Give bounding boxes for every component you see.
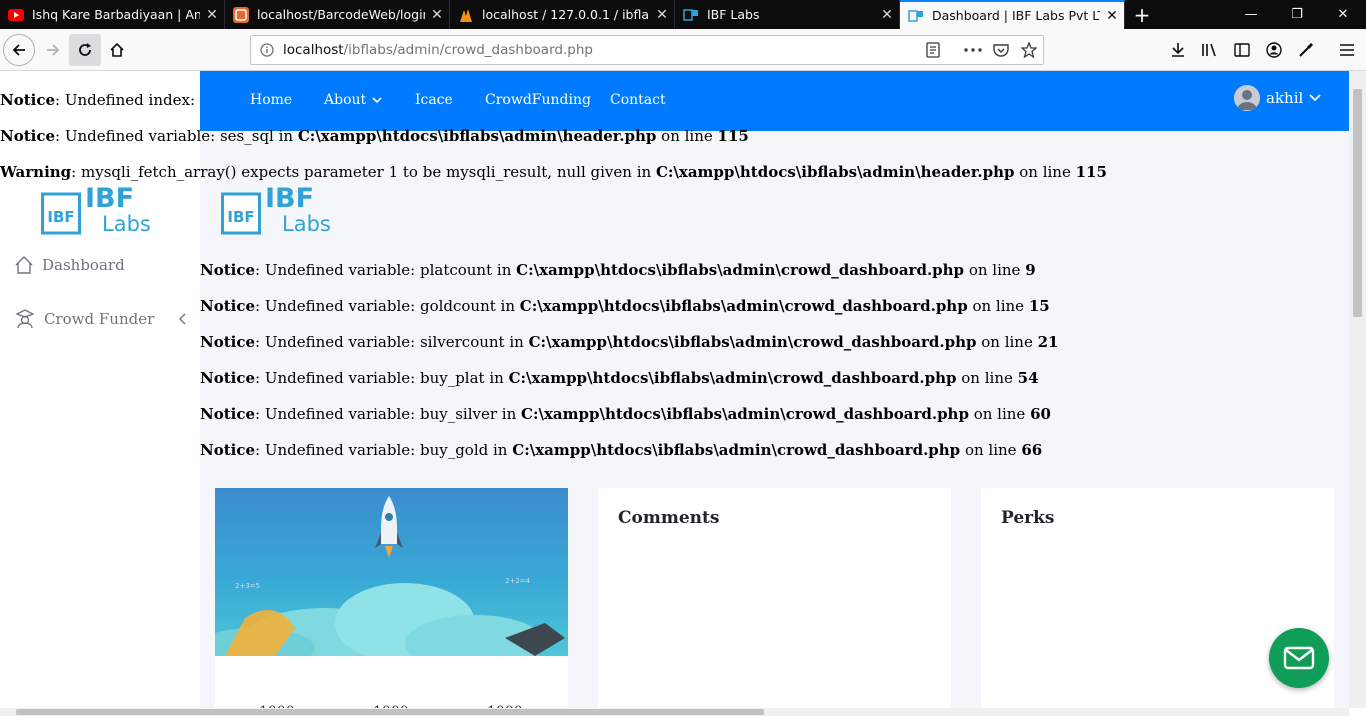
tab-title: localhost/BarcodeWeb/login.p: [257, 7, 425, 22]
php-error-line: Notice: Undefined variable: goldcount in…: [200, 297, 1050, 315]
php-error-line: Notice: Undefined variable: platcount in…: [200, 261, 1036, 279]
decor-formula: 2+3=5: [235, 582, 260, 590]
scrollbar-thumb[interactable]: [1353, 89, 1362, 317]
reload-button[interactable]: [69, 34, 101, 66]
library-icon[interactable]: [1194, 34, 1226, 66]
barcode-icon: [233, 6, 249, 23]
comments-card: Comments: [598, 488, 951, 708]
php-error-line: Notice: Undefined variable: silvercount …: [200, 333, 1059, 351]
ibf-icon: [908, 8, 924, 24]
browser-tab[interactable]: IBF Labs ✕: [675, 0, 900, 29]
sidebar-item-crowd-funder[interactable]: Crowd Funder: [14, 309, 186, 329]
user-menu[interactable]: akhil: [1234, 85, 1321, 111]
account-icon[interactable]: [1258, 34, 1290, 66]
url-path: /ibflabs/admin/crowd_dashboard.php: [343, 42, 593, 58]
tab-title: Dashboard | IBF Labs Pvt LTD: [932, 8, 1100, 23]
restore-button[interactable]: ❐: [1274, 0, 1320, 29]
forward-button[interactable]: [37, 34, 69, 66]
chevron-down-icon: [372, 96, 382, 103]
browser-tab[interactable]: localhost / 127.0.0.1 / ibflabs / à ✕: [450, 0, 675, 29]
tab-title: IBF Labs: [707, 7, 760, 22]
ibf-icon: [683, 7, 699, 23]
minimize-button[interactable]: —: [1228, 0, 1274, 29]
svg-text:Labs: Labs: [282, 212, 331, 236]
browser-tab-bar: Ishq Kare Barbadiyaan | Ankit Ti ✕ local…: [0, 0, 1366, 29]
tab-title: Ishq Kare Barbadiyaan | Ankit Ti: [32, 7, 200, 22]
ibf-labs-logo[interactable]: IBF IBF Labs: [221, 181, 339, 237]
address-bar[interactable]: localhost/ibflabs/admin/crowd_dashboard.…: [250, 35, 1044, 65]
home-button[interactable]: [101, 34, 133, 66]
comments-title: Comments: [618, 508, 720, 528]
svg-text:IBF: IBF: [227, 208, 254, 226]
browser-tab[interactable]: localhost/BarcodeWeb/login.p ✕: [225, 0, 450, 29]
home-icon: [15, 256, 33, 274]
svg-text:IBF: IBF: [265, 183, 314, 214]
tab-title: localhost / 127.0.0.1 / ibflabs / à: [482, 7, 650, 22]
php-error-line: Notice: Undefined variable: buy_silver i…: [200, 405, 1051, 423]
nav-icace-link[interactable]: Icace: [415, 92, 453, 108]
php-error-line: Notice: Undefined variable: ses_sql in C…: [0, 127, 749, 145]
browser-tab[interactable]: Ishq Kare Barbadiyaan | Ankit Ti ✕: [0, 0, 225, 29]
mail-icon: [1283, 646, 1315, 670]
php-error-line: Notice: Undefined variable: buy_gold in …: [200, 441, 1043, 459]
close-icon[interactable]: ✕: [425, 7, 449, 23]
chevron-left-icon: [179, 313, 186, 325]
window-close-button[interactable]: ✕: [1320, 0, 1366, 29]
php-error-line: Notice: Undefined variable: buy_plat in …: [200, 369, 1039, 387]
youtube-icon: [8, 7, 24, 23]
reader-view-icon[interactable]: [919, 42, 947, 58]
sidebar-toggle-icon[interactable]: [1226, 34, 1258, 66]
ibf-labs-logo[interactable]: IBF IBF Labs: [41, 181, 159, 237]
chevron-down-icon: [1309, 94, 1321, 102]
nav-crowdfunding-link[interactable]: CrowdFunding: [485, 92, 591, 108]
info-icon[interactable]: [251, 43, 283, 57]
bookmark-star-icon[interactable]: [1015, 42, 1043, 58]
message-button[interactable]: [1269, 628, 1329, 688]
more-actions-icon[interactable]: [959, 48, 987, 52]
close-icon[interactable]: ✕: [650, 7, 674, 23]
avatar: [1234, 85, 1260, 111]
new-tab-button[interactable]: +: [1128, 0, 1156, 29]
browser-toolbar: localhost/ibflabs/admin/crowd_dashboard.…: [0, 29, 1366, 71]
php-error-line: Warning: mysqli_fetch_array() expects pa…: [0, 163, 1107, 181]
hamburger-menu-icon[interactable]: [1331, 34, 1363, 66]
decor-formula: 2+2=4: [505, 577, 531, 585]
svg-text:IBF: IBF: [85, 183, 134, 214]
campaign-card[interactable]: 2+3=5 2+2=4 1000 1000 1000: [215, 488, 568, 708]
customize-icon[interactable]: [1290, 34, 1322, 66]
browser-tab-active[interactable]: Dashboard | IBF Labs Pvt LTD ✕: [900, 0, 1125, 29]
nav-home-link[interactable]: Home: [250, 92, 292, 108]
svg-text:IBF: IBF: [47, 208, 74, 226]
horizontal-scrollbar[interactable]: [0, 708, 1349, 716]
close-icon[interactable]: ✕: [875, 7, 899, 23]
sidebar-item-label: Dashboard: [42, 256, 125, 274]
scrollbar-thumb[interactable]: [16, 709, 764, 715]
site-navbar: Home About Icace CrowdFunding Contact ak…: [200, 71, 1349, 131]
nav-about-link[interactable]: About: [324, 92, 382, 108]
sidebar-item-dashboard[interactable]: Dashboard: [14, 255, 125, 275]
url-text[interactable]: localhost/ibflabs/admin/crowd_dashboard.…: [283, 42, 919, 58]
sidebar-item-label: Crowd Funder: [44, 310, 155, 328]
close-icon[interactable]: ✕: [1100, 8, 1124, 24]
user-name: akhil: [1266, 89, 1304, 107]
back-button[interactable]: [3, 34, 35, 66]
phpmyadmin-icon: [458, 7, 474, 23]
funder-icon: [15, 309, 35, 329]
svg-text:Labs: Labs: [102, 212, 151, 236]
url-host: localhost: [283, 42, 344, 58]
pocket-icon[interactable]: [987, 43, 1015, 57]
vertical-scrollbar[interactable]: [1349, 71, 1366, 708]
nav-contact-link[interactable]: Contact: [610, 92, 666, 108]
rocket-launch-image: 2+3=5 2+2=4: [215, 488, 568, 656]
perks-title: Perks: [1001, 508, 1055, 528]
downloads-icon[interactable]: [1162, 34, 1194, 66]
close-icon[interactable]: ✕: [200, 7, 224, 23]
page-viewport: Notice: Undefined index: crow Home About…: [0, 71, 1349, 708]
